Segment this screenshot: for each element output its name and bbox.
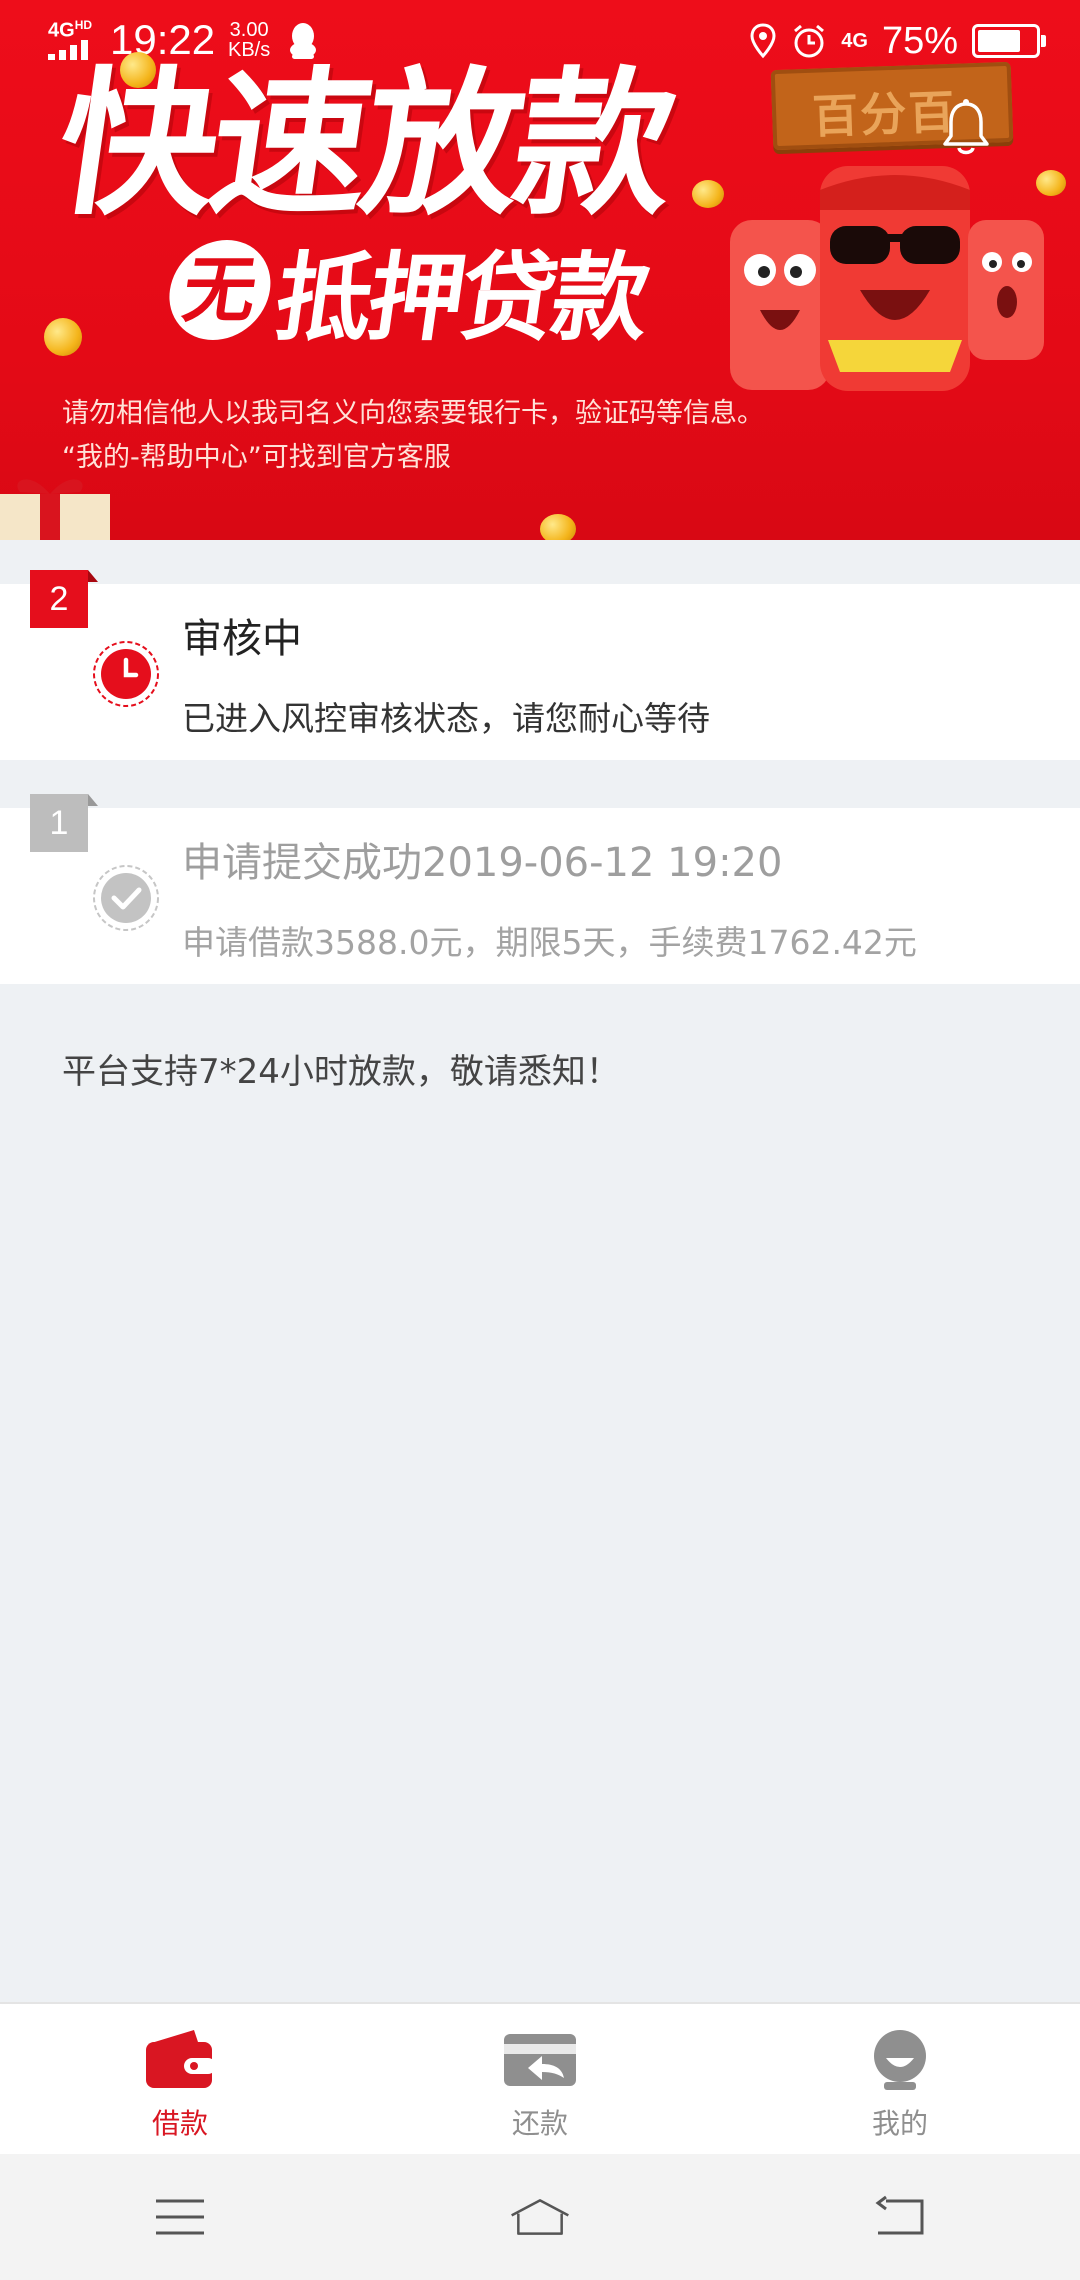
- step-title: 审核中: [182, 616, 302, 662]
- banner-sub-text: 抵押贷款: [268, 242, 653, 354]
- service-tip: 平台支持7*24小时放款，敬请悉知！: [62, 1052, 620, 1092]
- network-indicator: 4GHD: [48, 18, 92, 43]
- mascot-center-illustration: [820, 166, 970, 391]
- bottom-tab-bar: 借款 还款 我的: [0, 2002, 1080, 2156]
- no-badge: 无: [162, 239, 278, 340]
- battery-fill: [978, 30, 1020, 52]
- network-type-right: 4G: [841, 29, 868, 52]
- tab-label: 借款: [151, 2107, 208, 2140]
- tab-repay[interactable]: 还款: [360, 2004, 720, 2156]
- coin-decoration: [44, 318, 82, 356]
- wallet-icon: [146, 2030, 216, 2088]
- network-hd: HD: [74, 18, 93, 32]
- status-right: 4G 75%: [749, 16, 1046, 66]
- menu-icon: [156, 2199, 204, 2235]
- promo-banner[interactable]: 4GHD 19:22 3.00 KB/s 4G 75% 百分百 快速放款 无 抵…: [0, 0, 1080, 540]
- back-icon: [875, 2195, 924, 2235]
- check-icon: [93, 865, 159, 931]
- step-title: 申请提交成功2019-06-12 19:20: [182, 840, 783, 886]
- clock-icon: [93, 641, 159, 707]
- step-number-badge: 2: [30, 570, 98, 628]
- battery-icon: [972, 24, 1046, 58]
- bell-icon[interactable]: [940, 98, 992, 158]
- battery-percent: 75%: [881, 19, 958, 62]
- card-return-icon: [504, 2034, 576, 2086]
- banner-sub-headline: 无 抵押贷款: [160, 220, 656, 359]
- gift-box-icon: [0, 479, 110, 540]
- tab-mine[interactable]: 我的: [720, 2004, 1080, 2156]
- location-icon: [750, 23, 776, 59]
- tab-label: 还款: [511, 2107, 568, 2140]
- speed-value: 3.00: [229, 19, 269, 41]
- tab-label: 我的: [871, 2107, 928, 2140]
- banner-notice: 请勿相信他人以我司名义向您索要银行卡，验证码等信息。 “我的-帮助中心”可找到官…: [62, 392, 764, 480]
- notice-line-1: 请勿相信他人以我司名义向您索要银行卡，验证码等信息。: [62, 398, 764, 429]
- network-type: 4G: [48, 19, 75, 42]
- system-navigation-bar: [0, 2154, 1080, 2280]
- alarm-icon: [794, 24, 825, 58]
- back-button[interactable]: [870, 2192, 930, 2242]
- home-button[interactable]: [510, 2192, 570, 2242]
- step-description: 已进入风控审核状态，请您耐心等待: [182, 699, 710, 738]
- profile-icon: [874, 2030, 926, 2090]
- step-card-submitted: 1 申请提交成功2019-06-12 19:20 申请借款3588.0元，期限5…: [0, 794, 1080, 984]
- menu-button[interactable]: [150, 2192, 210, 2242]
- brand-sign-text: 百分百: [811, 84, 958, 144]
- coin-decoration: [1036, 170, 1066, 196]
- step-description: 申请借款3588.0元，期限5天，手续费1762.42元: [182, 923, 917, 962]
- step-card-reviewing: 2 审核中 已进入风控审核状态，请您耐心等待: [0, 570, 1080, 760]
- coin-decoration: [540, 514, 576, 540]
- notice-line-2: “我的-帮助中心”可找到官方客服: [62, 442, 451, 473]
- tab-borrow[interactable]: 借款: [0, 2004, 360, 2156]
- step-number-badge: 1: [30, 794, 98, 852]
- home-icon: [511, 2199, 569, 2235]
- coin-decoration: [120, 52, 156, 88]
- mascot-right-illustration: [968, 220, 1044, 360]
